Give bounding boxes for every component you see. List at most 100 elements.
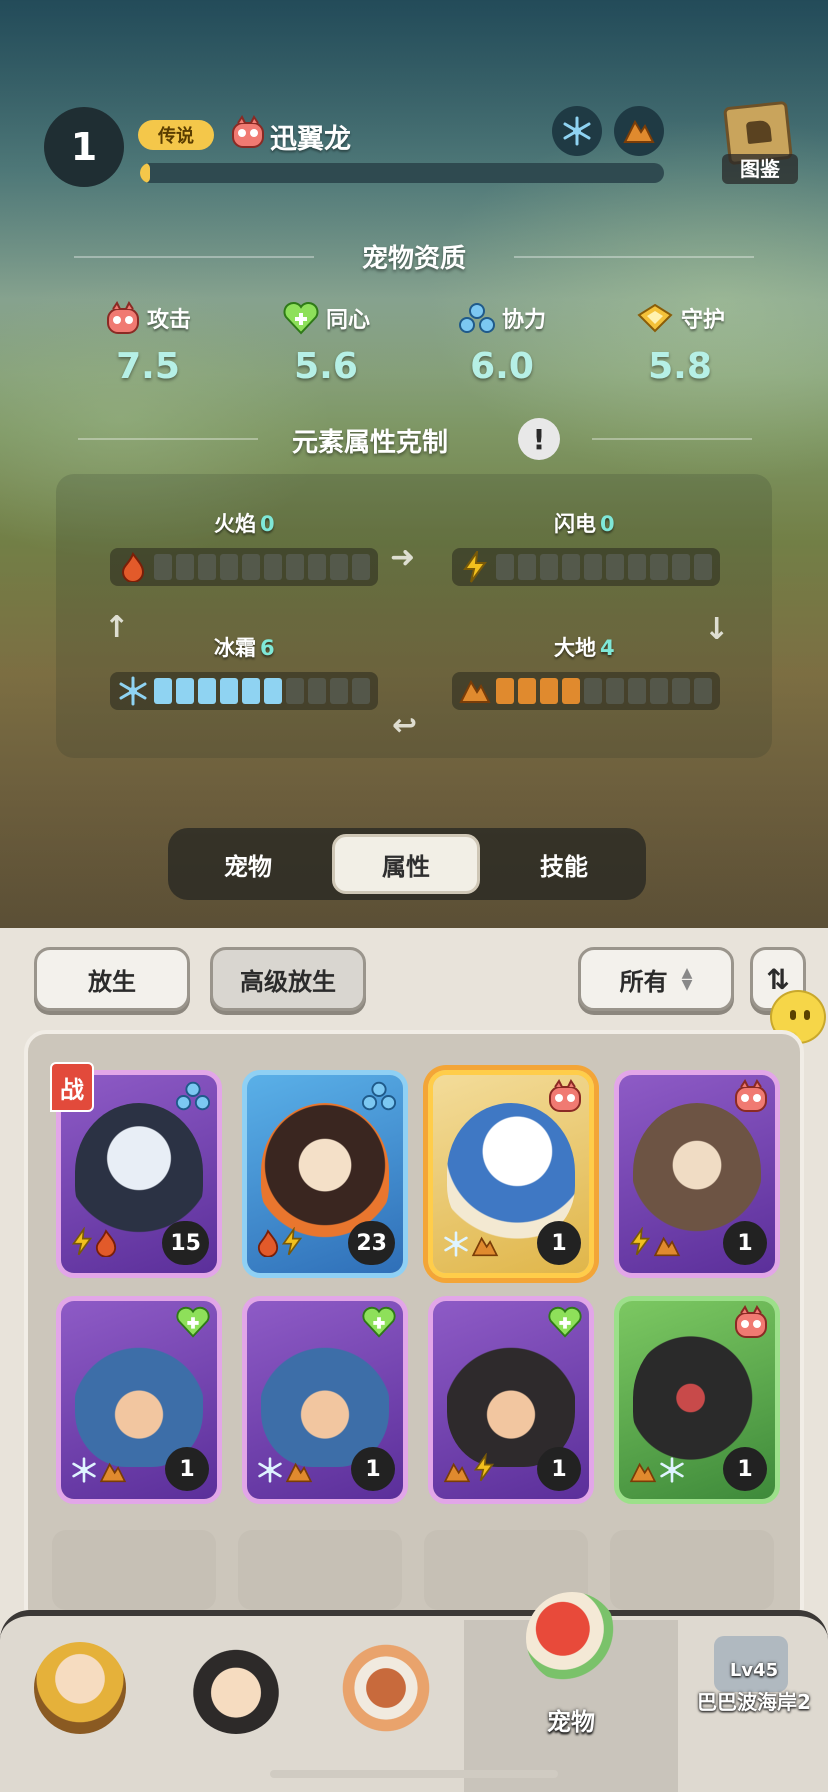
frost-icon bbox=[116, 674, 150, 708]
element-value: 4 bbox=[600, 636, 615, 660]
lightning-icon bbox=[71, 1226, 93, 1261]
heart-icon bbox=[547, 1305, 583, 1341]
nav-pet-label[interactable]: 宠物 bbox=[464, 1702, 678, 1737]
attack-icon bbox=[733, 1305, 769, 1341]
tab-skills[interactable]: 技能 bbox=[490, 834, 638, 894]
stat-attack: 攻击 7.5 bbox=[78, 298, 218, 387]
element-value: 0 bbox=[260, 512, 275, 536]
level-segment bbox=[562, 554, 580, 580]
lightning-icon bbox=[629, 1226, 651, 1261]
scene-overlay bbox=[0, 0, 828, 935]
tab-attributes[interactable]: 属性 bbox=[332, 834, 480, 894]
element-icons bbox=[443, 1452, 495, 1487]
earth-bar bbox=[452, 672, 720, 710]
level-segment bbox=[330, 554, 348, 580]
advanced-release-button[interactable]: 高级放生 bbox=[210, 947, 366, 1011]
element-icons bbox=[443, 1231, 499, 1261]
element-icons bbox=[71, 1226, 117, 1261]
level-segment bbox=[496, 678, 514, 704]
level-segment bbox=[540, 678, 558, 704]
aptitude-title: 宠物资质 bbox=[361, 244, 466, 274]
level-segment bbox=[154, 554, 172, 580]
codex-label: 图鉴 bbox=[722, 154, 798, 184]
level-segment bbox=[650, 554, 668, 580]
stat-heart: 同心 5.6 bbox=[256, 298, 396, 387]
tab-bar: 宠物 属性 技能 bbox=[168, 828, 646, 900]
empty-slot bbox=[238, 1530, 402, 1610]
level-segment bbox=[330, 678, 348, 704]
locked-area[interactable]: Lv45 巴巴波海岸2 bbox=[686, 1628, 822, 1738]
earth-icon bbox=[653, 1235, 681, 1261]
empty-slot bbox=[610, 1530, 774, 1610]
pet-card[interactable]: 1 bbox=[614, 1296, 780, 1504]
pet-card[interactable]: 23 bbox=[242, 1070, 408, 1278]
level-segment bbox=[562, 678, 580, 704]
pet-count: 1 bbox=[537, 1221, 581, 1265]
level-segment bbox=[518, 678, 536, 704]
frost-icon[interactable] bbox=[552, 106, 602, 156]
tab-pet[interactable]: 宠物 bbox=[174, 834, 322, 894]
home-indicator bbox=[270, 1770, 558, 1778]
level-segment bbox=[242, 554, 260, 580]
release-button[interactable]: 放生 bbox=[34, 947, 190, 1011]
pet-card[interactable]: 1 bbox=[428, 1296, 594, 1504]
earth-icon bbox=[629, 1461, 657, 1487]
earth-icon bbox=[285, 1461, 313, 1487]
pet-card[interactable]: 1 bbox=[614, 1070, 780, 1278]
stat-value: 5.6 bbox=[294, 346, 358, 387]
fire-icon bbox=[257, 1229, 279, 1261]
lightning-icon bbox=[458, 550, 492, 584]
teamwork-icon bbox=[458, 303, 495, 333]
arrow-left-icon: ↩ bbox=[392, 708, 418, 743]
pet-card[interactable]: 1 bbox=[428, 1070, 594, 1278]
level-segment bbox=[154, 678, 172, 704]
earth-icon[interactable] bbox=[614, 106, 664, 156]
element-value: 0 bbox=[600, 512, 615, 536]
pet-card[interactable]: 1 bbox=[56, 1296, 222, 1504]
pet-count: 1 bbox=[723, 1447, 767, 1491]
lightning-icon bbox=[281, 1226, 303, 1261]
pet-count: 1 bbox=[351, 1447, 395, 1491]
frost-label: 冰霜 6 bbox=[214, 632, 275, 662]
locked-name: 巴巴波海岸2 bbox=[697, 1690, 811, 1714]
earth-icon bbox=[443, 1461, 471, 1487]
totem-icon[interactable] bbox=[326, 1632, 446, 1752]
info-icon[interactable]: ! bbox=[518, 418, 560, 460]
level-segment bbox=[584, 678, 602, 704]
level-segment bbox=[308, 554, 326, 580]
codex-button[interactable]: 图鉴 bbox=[722, 100, 798, 184]
arrow-right-icon: ➜ bbox=[390, 540, 416, 575]
level-segment bbox=[220, 554, 238, 580]
fire-icon bbox=[95, 1229, 117, 1261]
element-icons bbox=[71, 1457, 127, 1487]
level-segment bbox=[176, 554, 194, 580]
exp-bar bbox=[140, 163, 664, 183]
element-icons bbox=[629, 1457, 685, 1487]
heart-icon bbox=[361, 1305, 397, 1341]
level-segment bbox=[220, 678, 238, 704]
frost-icon bbox=[71, 1457, 97, 1487]
stat-label: 攻击 bbox=[146, 308, 191, 333]
pet-card[interactable]: 1 bbox=[242, 1296, 408, 1504]
hunter-icon[interactable] bbox=[176, 1632, 296, 1752]
attack-icon bbox=[547, 1079, 583, 1115]
level-segment bbox=[628, 554, 646, 580]
element-name: 火焰 bbox=[214, 512, 256, 536]
level-segment bbox=[694, 678, 712, 704]
attack-icon bbox=[106, 301, 139, 334]
lightning-label: 闪电 0 bbox=[554, 508, 615, 538]
level-segment bbox=[308, 678, 326, 704]
pet-icon[interactable] bbox=[512, 1582, 632, 1702]
level-segment bbox=[694, 554, 712, 580]
lightning-bar bbox=[452, 548, 720, 586]
tribe-chief-icon[interactable] bbox=[20, 1632, 140, 1752]
battle-badge: 战 bbox=[50, 1062, 94, 1112]
level-segment bbox=[264, 554, 282, 580]
level-segment bbox=[286, 678, 304, 704]
pet-count: 23 bbox=[348, 1221, 395, 1265]
attack-icon bbox=[232, 115, 264, 148]
rarity-badge: 传说 bbox=[138, 120, 214, 150]
level-segment bbox=[540, 554, 558, 580]
teamwork-icon bbox=[361, 1079, 397, 1115]
filter-select[interactable]: 所有 ▲ ▼ bbox=[578, 947, 734, 1011]
